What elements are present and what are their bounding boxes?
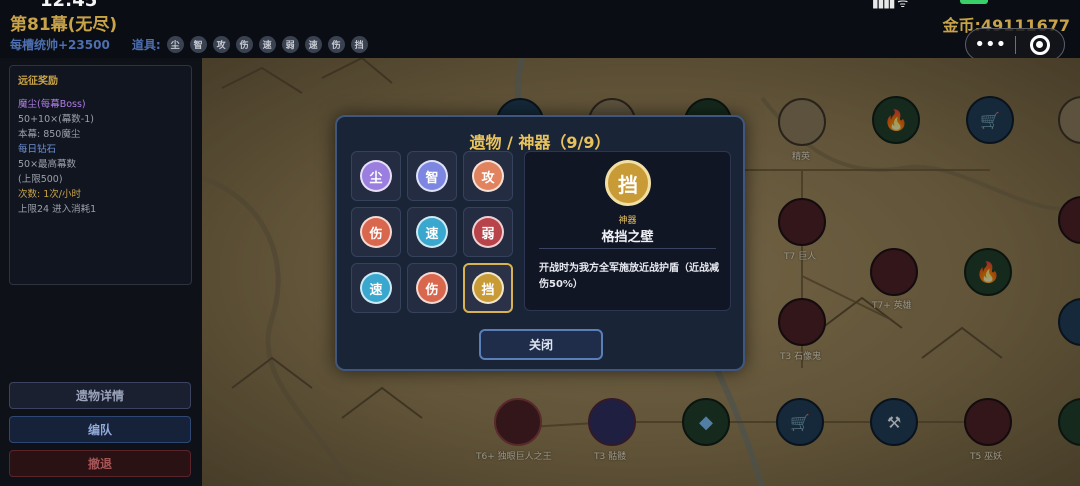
relic-name: 格挡之壁 (601, 230, 654, 245)
game-screen: 12:45 ▮▮▮▮ ᯤ 第81幕(无尽) 金币:49111677 每槽统帅+2… (0, 0, 1080, 486)
relic-icon: 弱 (472, 216, 504, 248)
relic-slot[interactable]: 尘 (351, 151, 401, 201)
relic-slot[interactable]: 伤 (351, 207, 401, 257)
relic-slot[interactable]: 弱 (463, 207, 513, 257)
close-miniprogram-button[interactable] (1015, 34, 1064, 55)
relic-slot[interactable]: 攻 (463, 151, 513, 201)
modal-title: 遗物 / 神器（9/9） (469, 133, 611, 152)
item-chip[interactable]: 伤 (235, 36, 253, 53)
reward-line: 次数: 1次/小时 (18, 189, 81, 200)
relic-category: 神器 (618, 216, 637, 226)
relic-slot[interactable]: 智 (407, 151, 457, 201)
item-chip[interactable]: 伤 (327, 36, 345, 53)
divider (539, 248, 716, 249)
status-bar: 12:45 ▮▮▮▮ ᯤ (0, 0, 1080, 11)
item-chip[interactable]: 挡 (350, 36, 368, 53)
relic-details-button[interactable]: 遗物详情 (9, 382, 191, 409)
item-chip[interactable]: 尘 (166, 36, 184, 53)
relic-slot[interactable]: 速 (407, 207, 457, 257)
miniprogram-capsule: ••• (965, 28, 1065, 61)
item-chip[interactable]: 速 (304, 36, 322, 53)
reward-line: 每日钻石 (18, 144, 57, 155)
relic-icon: 智 (416, 160, 448, 192)
item-chip[interactable]: 速 (258, 36, 276, 53)
reward-line: (上限500) (18, 174, 63, 185)
relic-slot[interactable]: 速 (351, 263, 401, 313)
relic-slot[interactable]: 伤 (407, 263, 457, 313)
left-panel: 远征奖励 魔尘(每幕Boss) 50+10×(幕数-1) 本幕: 850魔尘 每… (0, 58, 202, 486)
relic-icon: 伤 (416, 272, 448, 304)
rewards-heading: 远征奖励 (18, 76, 58, 87)
more-menu-button[interactable]: ••• (966, 28, 1015, 61)
reward-line: 本幕: 850魔尘 (18, 129, 81, 140)
commander-bonus: 每槽统帅+23500 (10, 38, 110, 52)
relic-icon: 攻 (472, 160, 504, 192)
reward-line: 50×最高幕数 (18, 159, 77, 170)
reward-line: 魔尘(每幕Boss) (18, 99, 86, 110)
item-chip[interactable]: 弱 (281, 36, 299, 53)
relic-icon: 伤 (360, 216, 392, 248)
relic-icon: 挡 (472, 272, 504, 304)
relic-detail-card: 挡 神器 格挡之壁 开战时为我方全军施放近战护盾（近战减伤50%） (524, 151, 731, 311)
reward-line: 50+10×(幕数-1) (18, 114, 94, 125)
close-button[interactable]: 关闭 (479, 329, 603, 360)
stage-title: 第81幕(无尽) (10, 15, 118, 35)
relic-icon: 速 (360, 272, 392, 304)
relic-icon: 速 (416, 216, 448, 248)
reward-line: 上限24 进入消耗1 (18, 204, 97, 215)
header-subbar: 每槽统帅+23500 道具: 尘 智 攻 伤 速 弱 速 伤 挡 (10, 36, 368, 53)
signal-icon: ▮▮▮▮ ᯤ (872, 0, 908, 10)
formation-button[interactable]: 编队 (9, 416, 191, 443)
relic-modal: 遗物 / 神器（9/9） 尘智攻伤速弱速伤挡 挡 神器 格挡之壁 开战时为我方全… (335, 115, 745, 371)
item-chip[interactable]: 智 (189, 36, 207, 53)
shield-relic-icon: 挡 (605, 160, 651, 206)
relic-slot[interactable]: 挡 (463, 263, 513, 313)
target-icon (1029, 34, 1050, 55)
items-label: 道具: (131, 38, 161, 52)
relic-icon: 尘 (360, 160, 392, 192)
relic-description: 开战时为我方全军施放近战护盾（近战减伤50%） (539, 263, 719, 290)
expedition-rewards-panel: 远征奖励 魔尘(每幕Boss) 50+10×(幕数-1) 本幕: 850魔尘 每… (9, 65, 192, 285)
retreat-button[interactable]: 撤退 (9, 450, 191, 477)
battery-icon (960, 0, 988, 4)
item-chip[interactable]: 攻 (212, 36, 230, 53)
